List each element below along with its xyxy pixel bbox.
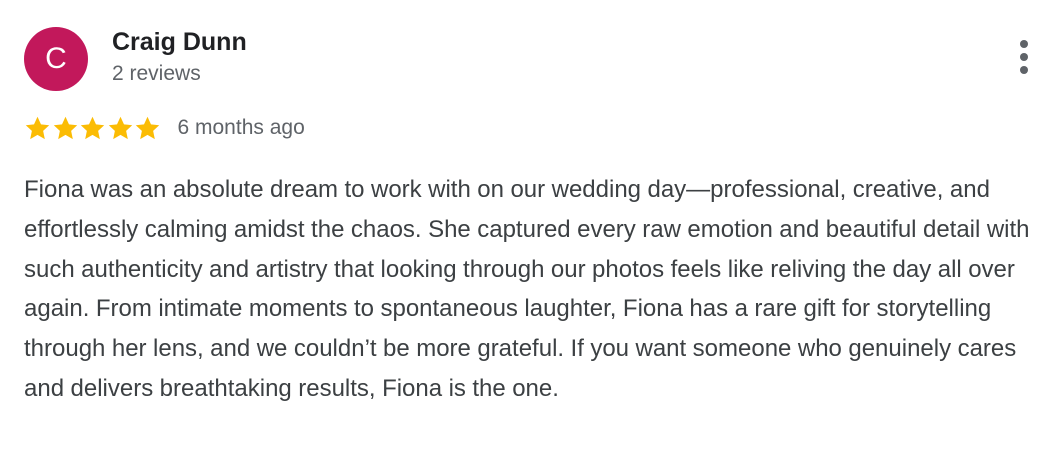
star-icon: [134, 115, 161, 142]
more-options-button[interactable]: [1004, 36, 1044, 80]
author-name[interactable]: Craig Dunn: [112, 27, 247, 57]
review-card: C Craig Dunn 2 reviews 6 months ago Fion…: [0, 0, 1064, 468]
rating-row: 6 months ago: [24, 112, 305, 144]
review-text: Fiona was an absolute dream to work with…: [24, 176, 1030, 402]
more-vert-icon: [1020, 40, 1028, 74]
star-rating: [24, 115, 162, 142]
star-icon: [79, 115, 106, 142]
review-date: 6 months ago: [177, 116, 305, 139]
author-review-count: 2 reviews: [112, 62, 201, 85]
star-icon: [24, 115, 51, 142]
star-icon: [52, 115, 79, 142]
avatar-initial: C: [45, 42, 67, 75]
star-icon: [107, 115, 134, 142]
avatar[interactable]: C: [24, 27, 88, 91]
